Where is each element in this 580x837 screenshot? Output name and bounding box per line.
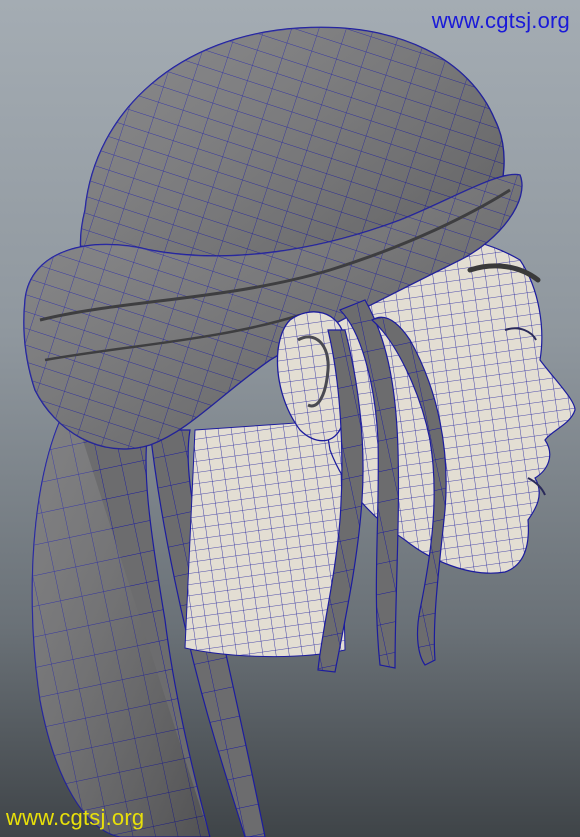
watermark-top: www.cgtsj.org: [431, 8, 570, 33]
watermark-bottom: www.cgtsj.org: [6, 805, 145, 830]
head-model-wireframe[interactable]: [0, 0, 580, 837]
3d-viewport[interactable]: www.cgtsj.org www.cgtsj.org: [0, 0, 580, 837]
neck-mesh[interactable]: [184, 419, 346, 658]
